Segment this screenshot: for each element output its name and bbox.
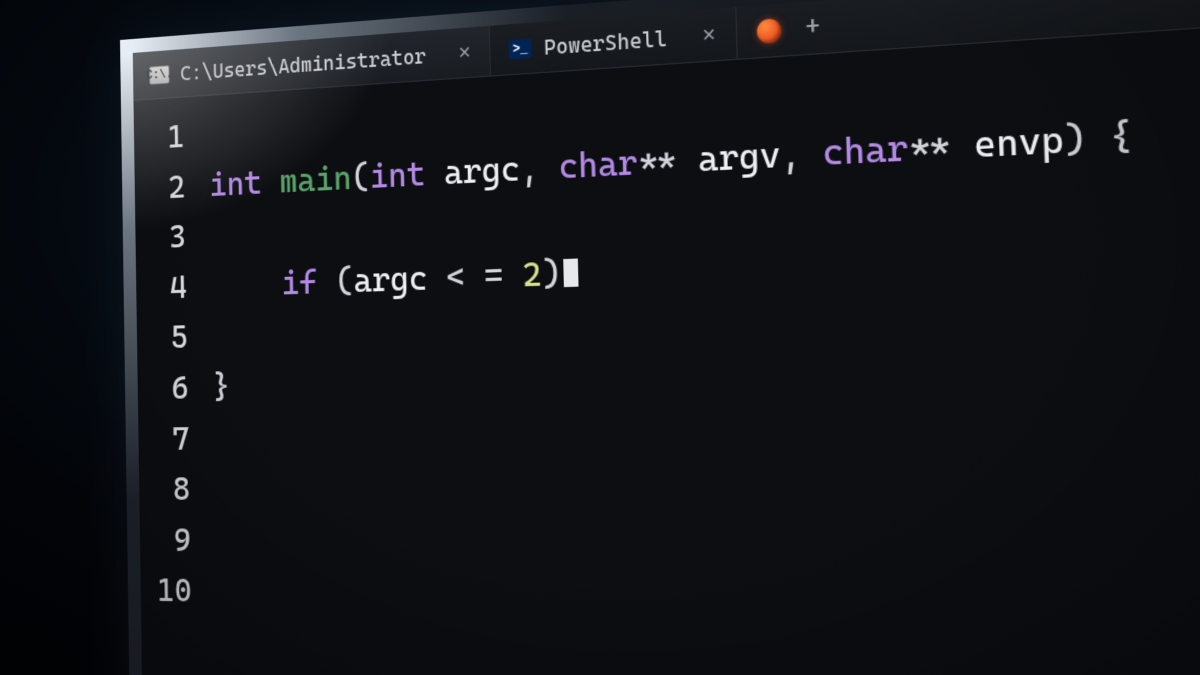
code-line: int main(int argc, char** argv, char** e… xyxy=(209,108,1134,211)
code-editor[interactable]: 1 2 3 4 5 6 7 8 9 10 int main(int argc, … xyxy=(133,0,1200,675)
code-line: } xyxy=(212,341,1142,413)
tab-ubuntu[interactable] xyxy=(736,3,791,59)
line-number: 2 xyxy=(151,162,186,214)
powershell-icon: >_ xyxy=(509,38,532,59)
cmd-icon: C:\. xyxy=(149,65,169,84)
line-number: 1 xyxy=(150,112,185,164)
new-tab-button[interactable]: + xyxy=(789,0,836,55)
line-number: 8 xyxy=(155,464,190,515)
tab-label: C:\Users\Administrator xyxy=(180,43,426,85)
tab-label: PowerShell xyxy=(543,25,667,60)
close-tab-button[interactable]: ✕ xyxy=(458,41,472,63)
close-tab-button[interactable]: ✕ xyxy=(701,23,716,46)
line-number: 5 xyxy=(153,312,188,363)
line-number: 4 xyxy=(152,262,187,313)
code-line: if (argc < = 2) xyxy=(211,224,1138,311)
line-number: 6 xyxy=(154,363,189,414)
line-number: 3 xyxy=(151,212,186,264)
text-cursor xyxy=(563,258,578,287)
code-content[interactable]: int main(int argc, char** argv, char** e… xyxy=(199,32,1178,675)
line-number: 9 xyxy=(156,515,191,566)
ubuntu-icon xyxy=(756,18,781,44)
line-number: 10 xyxy=(157,565,192,616)
line-number: 7 xyxy=(155,413,190,464)
